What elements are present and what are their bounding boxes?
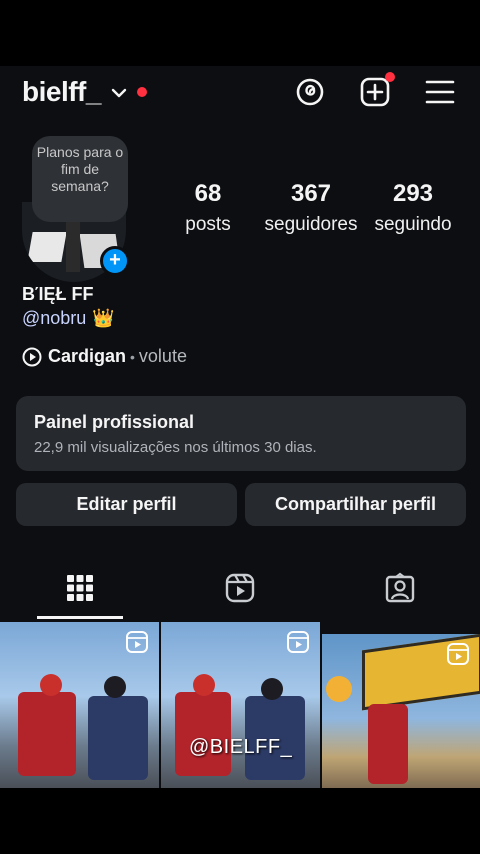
- reel-icon: [447, 643, 469, 665]
- tab-tagged[interactable]: [320, 566, 480, 621]
- song-artist: volute: [138, 346, 187, 366]
- create-post-icon[interactable]: [359, 72, 395, 108]
- tagged-icon: [385, 572, 415, 603]
- menu-icon[interactable]: [424, 76, 456, 108]
- profile-screen: bielff_ Planos para o fim de semana? + 6…: [0, 66, 480, 788]
- add-story-icon[interactable]: +: [100, 246, 130, 276]
- stat-following-label: seguindo: [374, 214, 452, 235]
- crown-emoji: 👑: [92, 308, 115, 328]
- display-name: ΒΊĘŁ FF: [22, 284, 94, 304]
- professional-dashboard[interactable]: Painel profissional 22,9 mil visualizaçõ…: [16, 396, 466, 471]
- grid-post[interactable]: @BIELFF_: [161, 622, 320, 788]
- note-bubble[interactable]: Planos para o fim de semana?: [32, 136, 128, 222]
- post-figure: [104, 676, 126, 698]
- grid-icon: [67, 575, 93, 601]
- grid-post[interactable]: [322, 634, 480, 788]
- username[interactable]: bielff_: [22, 76, 101, 108]
- panel-title: Painel profissional: [34, 412, 195, 432]
- stat-followers-label: seguidores: [264, 214, 358, 235]
- post-figure: [368, 704, 408, 784]
- reel-icon: [126, 631, 148, 653]
- stat-following[interactable]: 293 seguindo: [372, 180, 454, 236]
- active-tab-indicator: [37, 616, 123, 619]
- play-icon: [22, 347, 42, 366]
- reels-icon: [225, 573, 255, 603]
- profile-header: bielff_: [0, 66, 480, 122]
- threads-icon[interactable]: [294, 76, 326, 108]
- grid-post[interactable]: [0, 622, 159, 788]
- stat-followers-count: 367: [290, 180, 332, 207]
- post-figure: [18, 692, 76, 776]
- song-title: Cardigan: [48, 346, 127, 366]
- posts-grid: @BIELFF_: [0, 622, 480, 788]
- panel-subtitle: 22,9 mil visualizações nos últimos 30 di…: [34, 439, 317, 456]
- angry-emoji-icon: [326, 676, 352, 702]
- tab-posts[interactable]: [0, 566, 160, 621]
- stat-following-count: 293: [392, 180, 434, 207]
- status-bar-area: [0, 0, 480, 66]
- edit-profile-button[interactable]: Editar perfil: [16, 483, 237, 526]
- post-figure: [175, 692, 231, 776]
- post-figure: [40, 674, 62, 696]
- tab-reels[interactable]: [160, 566, 320, 621]
- post-figure: [261, 678, 283, 700]
- stat-posts-label: posts: [185, 214, 231, 235]
- stat-posts-count: 68: [194, 180, 222, 207]
- reel-icon: [287, 631, 309, 653]
- avatar-art: [66, 222, 80, 272]
- mention-link[interactable]: @nobru: [22, 308, 86, 328]
- stat-posts[interactable]: 68 posts: [178, 180, 238, 236]
- bottom-black-area: [0, 788, 480, 854]
- post-figure: [193, 674, 215, 696]
- profile-music[interactable]: Cardigan • volute: [22, 346, 187, 367]
- bio-mention: @nobru 👑: [22, 308, 115, 329]
- chevron-down-icon[interactable]: [110, 84, 128, 102]
- post-figure: [88, 696, 148, 780]
- avatar-art: [27, 232, 67, 262]
- notification-dot: [137, 87, 147, 97]
- stat-followers[interactable]: 367 seguidores: [262, 180, 360, 236]
- share-profile-button[interactable]: Compartilhar perfil: [245, 483, 466, 526]
- post-watermark: @BIELFF_: [189, 736, 293, 758]
- music-separator: •: [130, 348, 135, 365]
- create-notification-dot: [385, 72, 395, 82]
- profile-tabs: [0, 566, 480, 621]
